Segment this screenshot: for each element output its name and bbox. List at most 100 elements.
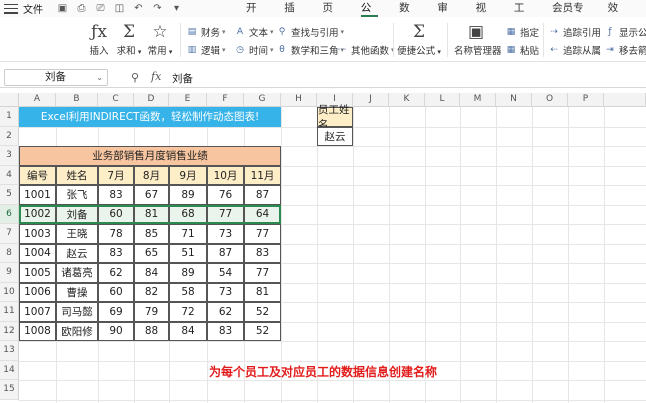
table-cell[interactable]: 1006 xyxy=(19,282,56,302)
common-functions-button[interactable]: ☆ 常用 ▾ xyxy=(143,21,177,57)
tab-8[interactable]: 会员专享 xyxy=(552,0,587,31)
undo-icon[interactable]: ↶ xyxy=(133,3,144,14)
table-cell[interactable]: 77 xyxy=(207,204,244,224)
row-header-13[interactable]: 13 xyxy=(0,341,19,361)
table-cell[interactable]: 60 xyxy=(98,282,134,302)
table-cell[interactable]: 88 xyxy=(134,321,169,341)
column-header-d[interactable]: D xyxy=(134,93,169,107)
table-cell[interactable]: 73 xyxy=(207,282,244,302)
table-cell[interactable]: 89 xyxy=(169,263,207,283)
other-functions-button[interactable]: ⋯其他函数▾ xyxy=(336,43,395,58)
table-cell[interactable]: 1002 xyxy=(19,204,56,224)
table-cell[interactable]: 73 xyxy=(207,224,244,244)
format-painter-icon[interactable]: ⎙ xyxy=(76,3,87,14)
table-cell[interactable]: 72 xyxy=(169,302,207,322)
table-cell[interactable]: 52 xyxy=(244,302,281,322)
table-cell[interactable]: 1004 xyxy=(19,243,56,263)
show-formula-button[interactable]: ƒ 显示公 xyxy=(604,25,646,40)
math-button[interactable]: θ 数学和三角 ▾ xyxy=(276,43,344,58)
table-cell[interactable]: 68 xyxy=(169,204,207,224)
tab-3[interactable]: 公式 xyxy=(360,0,379,31)
row-header-7[interactable]: 7 xyxy=(0,224,19,244)
table-cell[interactable]: 58 xyxy=(169,282,207,302)
column-header-f[interactable]: F xyxy=(207,93,244,107)
table-header-cell[interactable]: 8月 xyxy=(134,165,169,185)
table-cell[interactable]: 1007 xyxy=(19,302,56,322)
table-cell[interactable]: 欧阳修 xyxy=(56,321,98,341)
remove-arrows-button[interactable]: ⇥ 移去箭 xyxy=(604,43,646,58)
column-header-g[interactable]: G xyxy=(244,93,281,107)
chevron-down-icon[interactable]: ⌄ xyxy=(96,70,103,85)
row-header-6[interactable]: 6 xyxy=(0,204,19,224)
table-cell[interactable]: 87 xyxy=(207,243,244,263)
table-cell[interactable]: 67 xyxy=(134,185,169,205)
table-cell[interactable]: 82 xyxy=(134,282,169,302)
table-cell[interactable]: 71 xyxy=(169,224,207,244)
table-header-cell[interactable]: 编号 xyxy=(19,165,56,185)
table-header-cell[interactable]: 7月 xyxy=(98,165,134,185)
employee-label-cell[interactable]: 员工姓名 xyxy=(317,104,353,131)
table-header-cell[interactable]: 9月 xyxy=(169,165,207,185)
row-header-10[interactable]: 10 xyxy=(0,282,19,302)
menu-icon[interactable] xyxy=(4,3,18,14)
tab-6[interactable]: 视图 xyxy=(476,0,493,31)
table-cell[interactable]: 王晓 xyxy=(56,224,98,244)
tab-1[interactable]: 插入 xyxy=(284,0,301,31)
table-cell[interactable]: 83 xyxy=(98,243,134,263)
table-cell[interactable]: 赵云 xyxy=(56,243,98,263)
table-cell[interactable]: 85 xyxy=(134,224,169,244)
specify-button[interactable]: ▦ 指定 xyxy=(505,25,539,40)
table-cell[interactable]: 65 xyxy=(134,243,169,263)
lookup-button[interactable]: ⚲ 查找与引用 ▾ xyxy=(276,25,344,40)
table-cell[interactable]: 77 xyxy=(244,224,281,244)
name-box[interactable]: 刘备 ⌄ xyxy=(4,69,108,86)
row-header-11[interactable]: 11 xyxy=(0,302,19,322)
column-header-h[interactable]: H xyxy=(281,93,317,107)
select-all-corner[interactable] xyxy=(0,93,19,107)
tab-5[interactable]: 审阅 xyxy=(437,0,454,31)
dropdown-icon[interactable]: ▾ xyxy=(171,3,182,14)
table-cell[interactable]: 1005 xyxy=(19,263,56,283)
table-cell[interactable]: 62 xyxy=(98,263,134,283)
table-header-cell[interactable]: 11月 xyxy=(244,165,281,185)
row-header-3[interactable]: 3 xyxy=(0,146,19,166)
column-header-n[interactable]: N xyxy=(496,93,532,107)
table-cell[interactable]: 83 xyxy=(244,243,281,263)
table-cell[interactable]: 司马懿 xyxy=(56,302,98,322)
tab-2[interactable]: 页面 xyxy=(323,0,340,31)
table-cell[interactable]: 62 xyxy=(207,302,244,322)
table-cell[interactable]: 52 xyxy=(244,321,281,341)
quick-formula-button[interactable]: Σ 便捷公式 ▾ xyxy=(397,21,441,57)
row-header-1[interactable]: 1 xyxy=(0,107,19,127)
table-header-cell[interactable]: 姓名 xyxy=(56,165,98,185)
table-cell[interactable]: 54 xyxy=(207,263,244,283)
fx-icon[interactable]: fx xyxy=(151,70,161,83)
tab-4[interactable]: 数据 xyxy=(399,0,416,31)
formula-input[interactable]: 刘备 xyxy=(172,71,193,86)
trace-dependents-button[interactable]: ⇠ 追踪从属 xyxy=(548,43,601,58)
column-header-m[interactable]: M xyxy=(460,93,496,107)
table-cell[interactable]: 90 xyxy=(98,321,134,341)
table-cell[interactable]: 64 xyxy=(244,204,281,224)
tab-9[interactable]: 效率 xyxy=(608,0,625,31)
tab-7[interactable]: 工具 xyxy=(514,0,531,31)
table-cell[interactable]: 张飞 xyxy=(56,185,98,205)
table-cell[interactable]: 69 xyxy=(98,302,134,322)
insert-function-button[interactable]: ƒx 插入 xyxy=(82,21,116,57)
table-cell[interactable]: 1008 xyxy=(19,321,56,341)
table-header-cell[interactable]: 10月 xyxy=(207,165,244,185)
paste-button[interactable]: ▦ 粘贴 xyxy=(505,43,539,58)
table-cell[interactable]: 77 xyxy=(244,263,281,283)
row-header-8[interactable]: 8 xyxy=(0,243,19,263)
table-cell[interactable]: 81 xyxy=(134,204,169,224)
column-header-j[interactable]: J xyxy=(353,93,389,107)
employee-value-cell[interactable]: 赵云 xyxy=(317,126,353,146)
table-cell[interactable]: 89 xyxy=(169,185,207,205)
column-header-p[interactable]: P xyxy=(568,93,604,107)
column-header-c[interactable]: C xyxy=(98,93,134,107)
table-cell[interactable]: 79 xyxy=(134,302,169,322)
row-header-5[interactable]: 5 xyxy=(0,185,19,205)
table-cell[interactable]: 刘备 xyxy=(56,204,98,224)
trace-precedents-button[interactable]: ⇢ 追踪引用 xyxy=(548,25,601,40)
file-menu[interactable]: 文件 xyxy=(23,1,43,16)
